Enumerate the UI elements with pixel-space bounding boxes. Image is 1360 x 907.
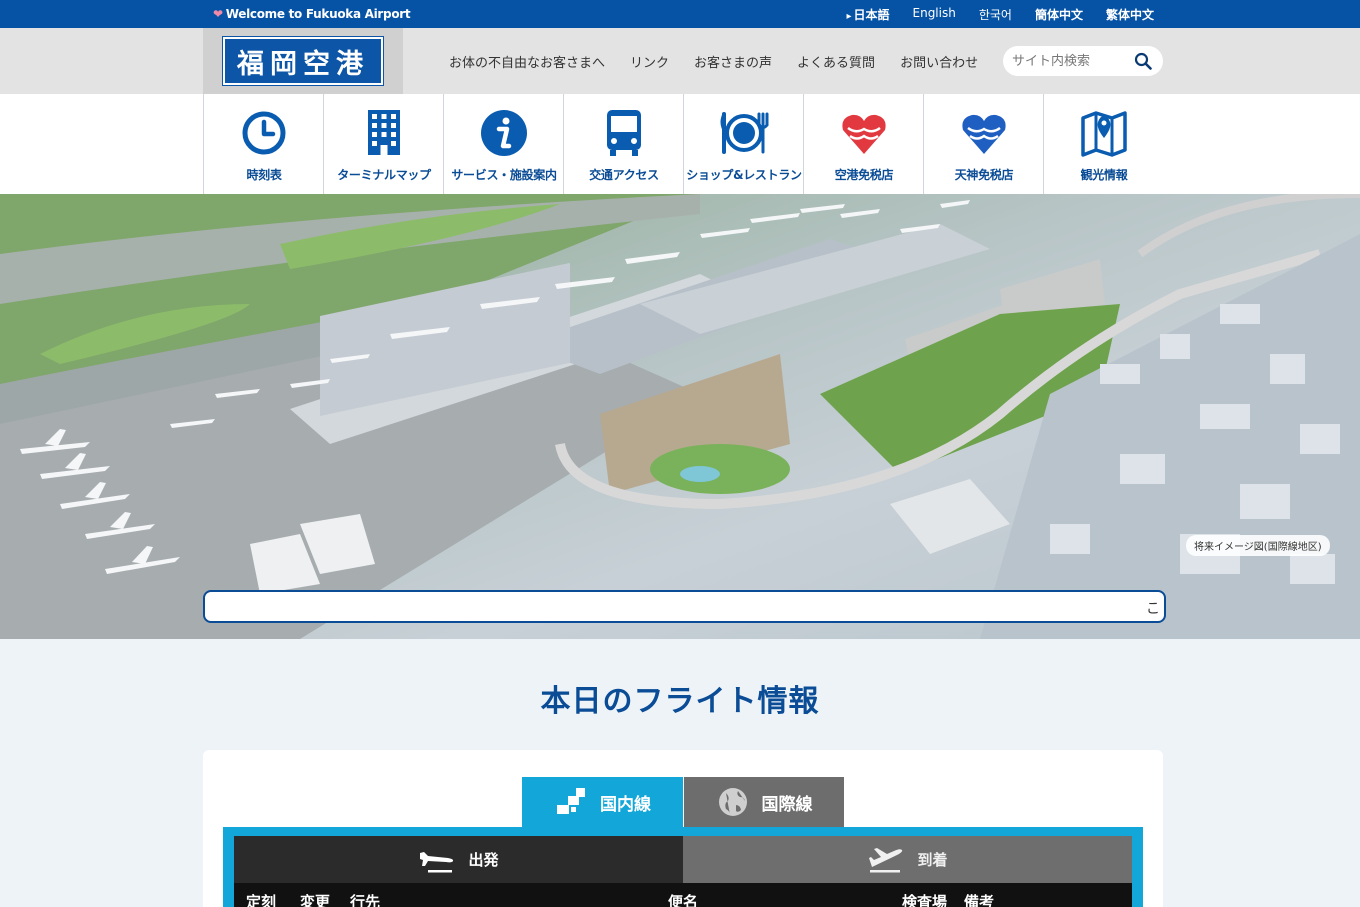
language-bar: ❤ Welcome to Fukuoka Airport 日本語 English… <box>0 0 1360 28</box>
nav-label: 空港免税店 <box>834 168 894 182</box>
nav-label: ショップ&レストラン <box>686 168 802 182</box>
link-contact[interactable]: お問い合わせ <box>900 52 978 71</box>
hero-caption: 将来イメージ図(国際線地区) <box>1186 535 1330 556</box>
dining-icon <box>720 112 769 154</box>
hero-image: 将来イメージ図(国際線地区) こ <box>0 194 1360 639</box>
heart-shield-icon <box>842 114 886 154</box>
heart-shield-blue-icon <box>962 114 1006 154</box>
tab-arrivals[interactable]: 到着 <box>683 836 1132 883</box>
welcome-text: Welcome to Fukuoka Airport <box>225 7 411 21</box>
col-security-gate: 検査場 <box>902 893 948 907</box>
nav-label: 観光情報 <box>1080 168 1128 182</box>
notice-text: こ <box>1146 601 1160 617</box>
site-header: 福岡空港 お体の不自由なお客さまへ リンク お客さまの声 よくある質問 お問い合… <box>0 28 1360 94</box>
welcome-message: ❤ Welcome to Fukuoka Airport <box>213 7 411 21</box>
col-scheduled: 定刻 <box>246 893 277 907</box>
notice-ticker[interactable]: こ <box>203 590 1166 623</box>
nav-tourism[interactable]: 観光情報 <box>1043 94 1163 194</box>
tab-departures-label: 出発 <box>468 851 499 869</box>
logo-area: 福岡空港 <box>203 28 403 94</box>
link-links[interactable]: リンク <box>630 52 669 71</box>
tab-departures[interactable]: 出発 <box>234 836 683 883</box>
domestic-map-icon <box>557 788 585 814</box>
site-search <box>1003 46 1163 76</box>
link-faq[interactable]: よくある質問 <box>797 52 875 71</box>
flight-info-title: 本日のフライト情報 <box>540 684 820 719</box>
nav-services[interactable]: サービス・施設案内 <box>443 94 563 194</box>
nav-terminal-map[interactable]: ターミナルマップ <box>323 94 443 194</box>
flight-board: 出発 到着 定刻 変更 行先 便名 検査場 備考 <box>223 827 1143 907</box>
tab-domestic-label: 国内線 <box>600 794 651 815</box>
tab-international-label: 国際線 <box>761 794 813 815</box>
main-nav: 時刻表 ターミナルマップ サービス・施設案内 交通アクセス ショップ&レストラン… <box>0 94 1360 194</box>
bus-icon <box>607 110 641 156</box>
link-customer-voice[interactable]: お客さまの声 <box>694 52 772 71</box>
lang-english[interactable]: English <box>913 6 956 23</box>
airport-aerial-illustration <box>0 194 1360 639</box>
lang-simplified-chinese[interactable]: 簡体中文 <box>1035 6 1083 23</box>
lang-traditional-chinese[interactable]: 繁体中文 <box>1106 6 1154 23</box>
tab-arrivals-label: 到着 <box>917 851 948 869</box>
nav-label: サービス・施設案内 <box>451 168 557 182</box>
nav-label: 時刻表 <box>246 168 282 182</box>
tab-domestic[interactable]: 国内線 <box>522 777 683 827</box>
col-remarks: 備考 <box>964 893 995 907</box>
col-destination: 行先 <box>350 893 381 907</box>
nav-label: 交通アクセス <box>589 168 659 182</box>
departure-plane-icon <box>420 851 454 872</box>
clock-icon <box>242 111 286 155</box>
globe-icon <box>718 788 747 816</box>
nav-timetable[interactable]: 時刻表 <box>203 94 323 194</box>
arrival-plane-icon <box>869 847 903 872</box>
language-switcher: 日本語 English 한국어 簡体中文 繁体中文 <box>846 6 1154 23</box>
lang-japanese[interactable]: 日本語 <box>846 6 889 23</box>
nav-airport-duty-free[interactable]: 空港免税店 <box>803 94 923 194</box>
nav-label: ターミナルマップ <box>337 168 431 182</box>
search-input[interactable] <box>1012 52 1127 70</box>
tab-international[interactable]: 国際線 <box>684 777 844 827</box>
map-pin-icon <box>1081 111 1127 157</box>
info-icon <box>481 110 527 156</box>
nav-shops-restaurants[interactable]: ショップ&レストラン <box>683 94 803 194</box>
flight-table-header: 定刻 変更 行先 便名 検査場 備考 <box>234 883 1132 907</box>
building-icon <box>368 110 400 155</box>
link-accessibility[interactable]: お体の不自由なお客さまへ <box>449 52 605 71</box>
search-icon[interactable] <box>1134 52 1152 70</box>
nav-access[interactable]: 交通アクセス <box>563 94 683 194</box>
heart-icon: ❤ <box>213 7 223 21</box>
nav-tenjin-duty-free[interactable]: 天神免税店 <box>923 94 1043 194</box>
nav-label: 天神免税店 <box>954 168 1014 182</box>
col-changed: 変更 <box>300 893 331 907</box>
utility-nav: お体の不自由なお客さまへ リンク お客さまの声 よくある質問 お問い合わせ <box>449 52 978 71</box>
site-logo[interactable]: 福岡空港 <box>223 37 383 85</box>
lang-korean[interactable]: 한국어 <box>979 6 1012 23</box>
flight-info-card: 国内線 国際線 出発 到着 定刻 変更 行先 便名 検査場 備考 <box>203 750 1163 907</box>
col-flight-number: 便名 <box>668 893 699 907</box>
